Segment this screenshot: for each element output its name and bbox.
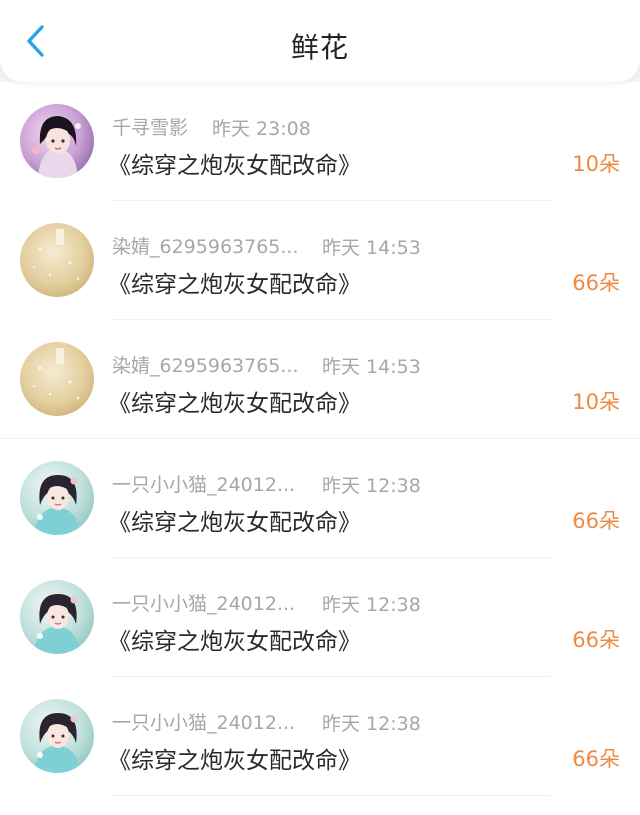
flower-count: 66朵 (572, 271, 620, 295)
sender-name[interactable]: 一只小小猫_24012... (112, 589, 295, 616)
avatar[interactable] (20, 461, 94, 535)
avatar[interactable] (20, 104, 94, 178)
list-item[interactable]: 一只小小猫_24012... 昨天 12:38 《综穿之炮灰女配改命》 66朵 (0, 439, 640, 558)
timestamp: 昨天 12:38 (322, 713, 421, 735)
sender-name[interactable]: 一只小小猫_24012... (112, 470, 295, 497)
flower-count: 66朵 (572, 747, 620, 771)
book-title[interactable]: 《综穿之炮灰女配改命》 (108, 741, 361, 775)
sender-name[interactable]: 一只小小猫_24012... (112, 708, 295, 735)
flower-count: 66朵 (572, 509, 620, 533)
timestamp: 昨天 12:38 (322, 475, 421, 497)
flower-count: 66朵 (572, 628, 620, 652)
flower-list: 千寻雪影 昨天 23:08 《综穿之炮灰女配改命》 10朵 染婧_6295963… (0, 82, 640, 815)
book-title[interactable]: 《综穿之炮灰女配改命》 (108, 384, 361, 418)
book-title[interactable]: 《综穿之炮灰女配改命》 (108, 265, 361, 299)
flower-count: 10朵 (572, 152, 620, 176)
list-item[interactable]: 一只小小猫_24012... 昨天 12:38 《综穿之炮灰女配改命》 66朵 (0, 677, 640, 796)
sender-name[interactable]: 染婧_6295963765... (112, 351, 299, 378)
sender-name[interactable]: 染婧_6295963765... (112, 232, 299, 259)
sender-name[interactable]: 千寻雪影 (112, 113, 188, 140)
avatar[interactable] (20, 342, 94, 416)
avatar[interactable] (20, 580, 94, 654)
timestamp: 昨天 14:53 (322, 356, 421, 378)
book-title[interactable]: 《综穿之炮灰女配改命》 (108, 146, 361, 180)
list-item[interactable]: 染婧_6295963765... 昨天 14:53 《综穿之炮灰女配改命》 10… (0, 320, 640, 439)
book-title[interactable]: 《综穿之炮灰女配改命》 (108, 503, 361, 537)
book-title[interactable]: 《综穿之炮灰女配改命》 (108, 622, 361, 656)
list-item[interactable]: 染婧_6295963765... 昨天 14:53 《综穿之炮灰女配改命》 66… (0, 201, 640, 320)
avatar[interactable] (20, 699, 94, 773)
timestamp: 昨天 23:08 (212, 118, 311, 140)
flower-count: 10朵 (572, 390, 620, 414)
timestamp: 昨天 12:38 (322, 594, 421, 616)
list-item[interactable]: 一只小小猫_24012... 昨天 12:38 《综穿之炮灰女配改命》 66朵 (0, 558, 640, 677)
top-bar: 鲜花 (0, 0, 640, 82)
list-item[interactable]: 千寻雪影 昨天 23:08 《综穿之炮灰女配改命》 10朵 (0, 82, 640, 201)
avatar[interactable] (20, 223, 94, 297)
divider (112, 795, 550, 796)
page-title: 鲜花 (290, 31, 349, 64)
timestamp: 昨天 14:53 (322, 237, 421, 259)
